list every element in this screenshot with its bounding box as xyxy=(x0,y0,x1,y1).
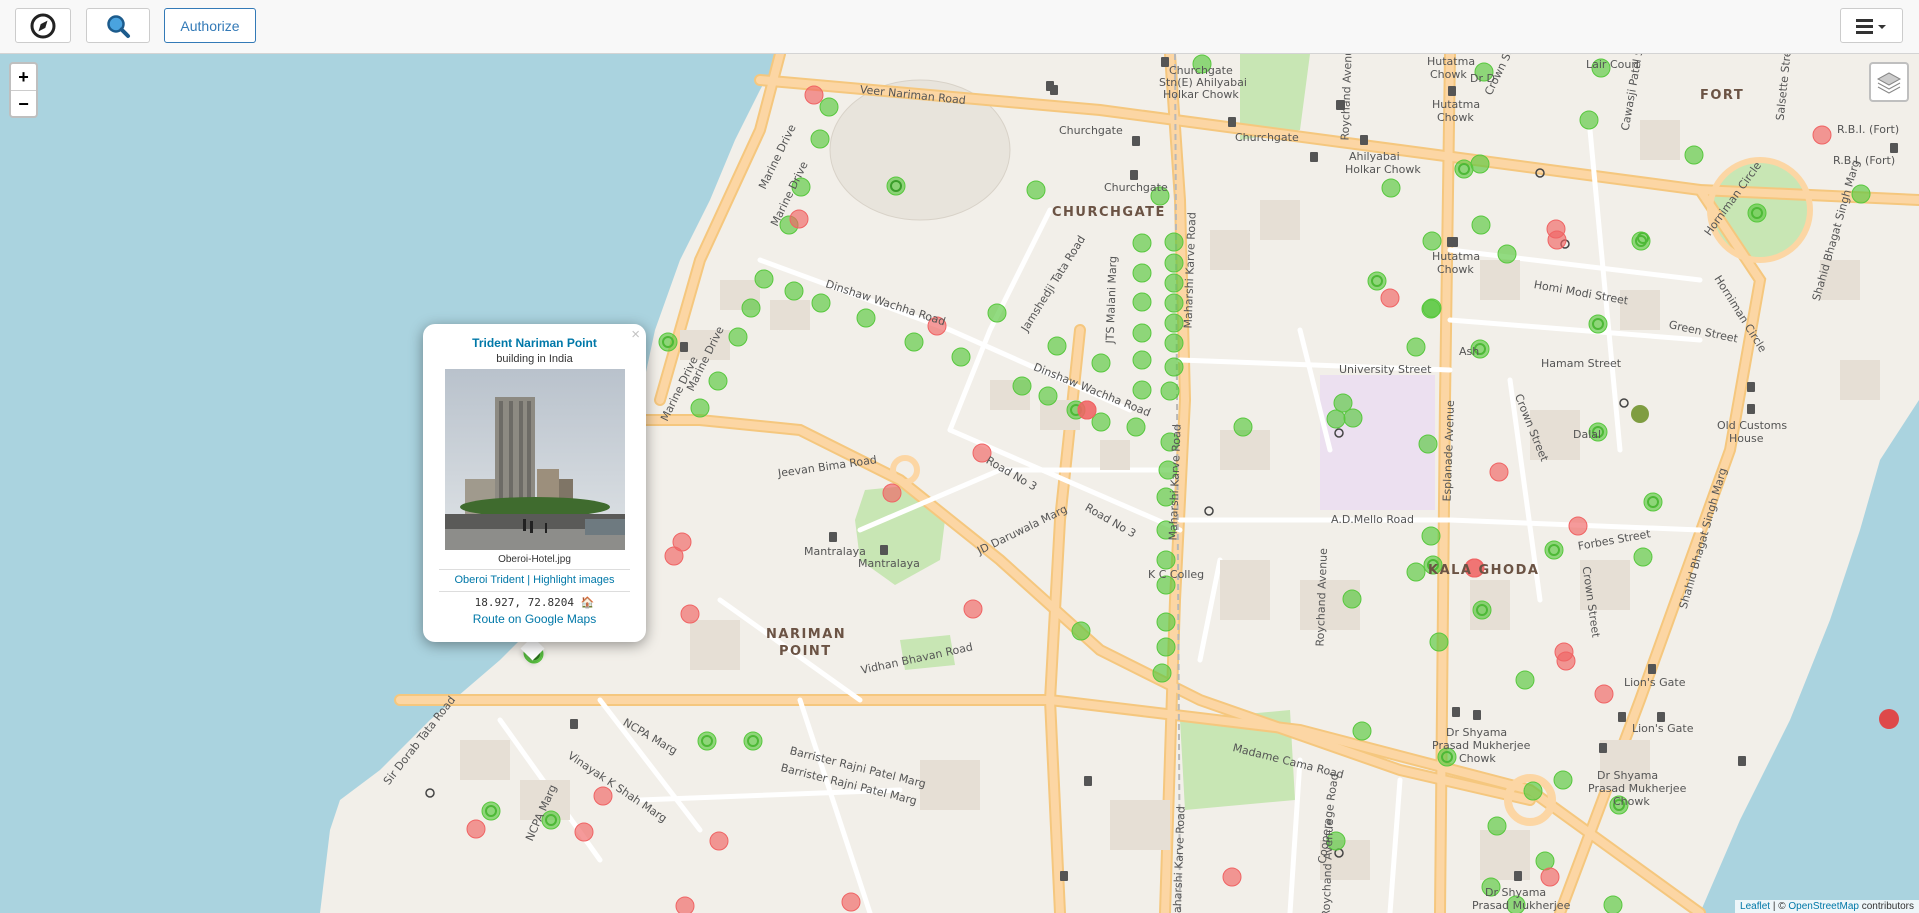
map-label-dr-shyama-3: Chowk xyxy=(1459,752,1496,765)
leaflet-link[interactable]: Leaflet xyxy=(1740,901,1770,912)
map-label-lions-2: Lion's Gate xyxy=(1632,722,1694,735)
authorize-button[interactable]: Authorize xyxy=(164,8,256,43)
map-label-churchgate-station: Churchgate xyxy=(1059,124,1123,137)
map-label-dr-shyama-8: Prasad Mukherjee xyxy=(1472,899,1571,912)
map-label-university: University Street xyxy=(1339,363,1432,376)
popup-coordinates: 18.927, 72.8204 🏠 xyxy=(423,596,646,609)
popup-filename: Oberoi-Hotel.jpg xyxy=(498,554,571,565)
map-label-kc-college: K C Colleg xyxy=(1148,568,1205,581)
map-label-kala-ghoda: KALA GHODA xyxy=(1428,563,1540,578)
map-label-dr-d: Dr D xyxy=(1470,72,1495,85)
map-label-old-customs: Old Customs xyxy=(1717,419,1788,432)
map-attribution: Leaflet | © OpenStreetMap contributors xyxy=(1735,900,1919,913)
map-label-mantralaya-2: Mantralaya xyxy=(858,557,920,570)
map-label-rbi-1: R.B.I. (Fort) xyxy=(1837,123,1900,136)
zoom-out-button[interactable]: − xyxy=(11,90,36,116)
layers-icon xyxy=(1876,72,1902,94)
map-label-hutatma: Hutatma xyxy=(1427,55,1476,68)
highlight-images-link[interactable]: Highlight images xyxy=(533,574,614,586)
top-toolbar: Authorize xyxy=(0,0,1919,54)
map-label-ash: Ash xyxy=(1459,345,1480,358)
map-label-dr-shyama-5: Prasad Mukherjee xyxy=(1588,782,1687,795)
attribution-contributors: contributors xyxy=(1861,901,1914,912)
map-label-ahilyabai: Ahilyabai xyxy=(1349,150,1400,163)
compass-button[interactable] xyxy=(15,8,71,43)
map-label-dr-shyama-1: Dr Shyama xyxy=(1446,726,1508,739)
map-label-mantralaya-1: Mantralaya xyxy=(804,545,866,558)
menu-button[interactable] xyxy=(1840,8,1903,43)
popup-divider-2 xyxy=(439,591,630,592)
layers-button[interactable] xyxy=(1869,62,1909,102)
home-icon[interactable]: 🏠 xyxy=(581,596,595,609)
map-label-dr-shyama-6: Chowk xyxy=(1613,795,1650,808)
map-label-dr-shyama-2: Prasad Mukherjee xyxy=(1432,739,1531,752)
osm-link[interactable]: OpenStreetMap xyxy=(1788,901,1859,912)
map-label-hutatma-3: Hutatma xyxy=(1432,250,1481,263)
zoom-control: + − xyxy=(9,62,38,118)
map-label-ahilyabai-2: Holkar Chowk xyxy=(1345,163,1421,176)
map-label-hamam: Hamam Street xyxy=(1541,357,1622,370)
popup-image[interactable] xyxy=(445,369,625,550)
map-label-churchgate-2: Churchgate xyxy=(1235,131,1299,144)
search-button[interactable] xyxy=(86,8,150,43)
popup-links: Oberoi Trident | Highlight images xyxy=(423,574,646,586)
popup-close-button[interactable]: × xyxy=(631,326,640,343)
map-label-dr-shyama-7: Dr Shyama xyxy=(1485,886,1547,899)
map-label-hutatma-2: Hutatma xyxy=(1432,98,1481,111)
coordinates-text: 18.927, 72.8204 xyxy=(474,596,574,609)
map-label-rbi-2: R.B.I. (Fort) xyxy=(1833,154,1896,167)
map-label-dr-shyama-4: Dr Shyama xyxy=(1597,769,1659,782)
popup-subtitle: building in India xyxy=(496,353,573,365)
map-label-hutatma-chowk-3: Chowk xyxy=(1437,263,1474,276)
map-label-fort: FORT xyxy=(1700,88,1745,103)
hotel-photo xyxy=(445,369,625,550)
popup-title[interactable]: Trident Nariman Point xyxy=(423,336,646,350)
popup-divider xyxy=(439,569,630,570)
search-icon xyxy=(107,14,130,38)
hamburger-menu-icon xyxy=(1855,18,1886,34)
map-popup: × Trident Nariman Point building in Indi… xyxy=(423,324,646,642)
map-label-dalal: Dalal xyxy=(1573,428,1602,441)
map-label-churchgate-stn3: Holkar Chowk xyxy=(1163,88,1239,101)
map-label-lions-1: Lion's Gate xyxy=(1624,676,1686,689)
attribution-separator: | © xyxy=(1772,901,1786,912)
map-label-churchgate-3: Churchgate xyxy=(1104,181,1168,194)
map-label-hutatma-chowk: Chowk xyxy=(1430,68,1467,81)
route-google-maps-link[interactable]: Route on Google Maps xyxy=(423,612,646,626)
popup-link-separator: | xyxy=(527,574,531,586)
map-label-nariman: NARIMAN xyxy=(766,627,847,642)
map-label-point: POINT xyxy=(779,644,832,659)
map-label-old-customs-house: House xyxy=(1729,432,1764,445)
oberoi-trident-link[interactable]: Oberoi Trident xyxy=(454,574,524,586)
map-label-churchgate: CHURCHGATE xyxy=(1052,205,1166,220)
map-label-ad-mello: A.D.Mello Road xyxy=(1331,513,1414,526)
map-canvas[interactable]: CHURCHGATE NARIMAN POINT KALA GHODA FORT… xyxy=(0,54,1919,913)
map-label-hutatma-chowk-2: Chowk xyxy=(1437,111,1474,124)
zoom-in-button[interactable]: + xyxy=(11,64,36,90)
compass-icon xyxy=(30,13,56,38)
